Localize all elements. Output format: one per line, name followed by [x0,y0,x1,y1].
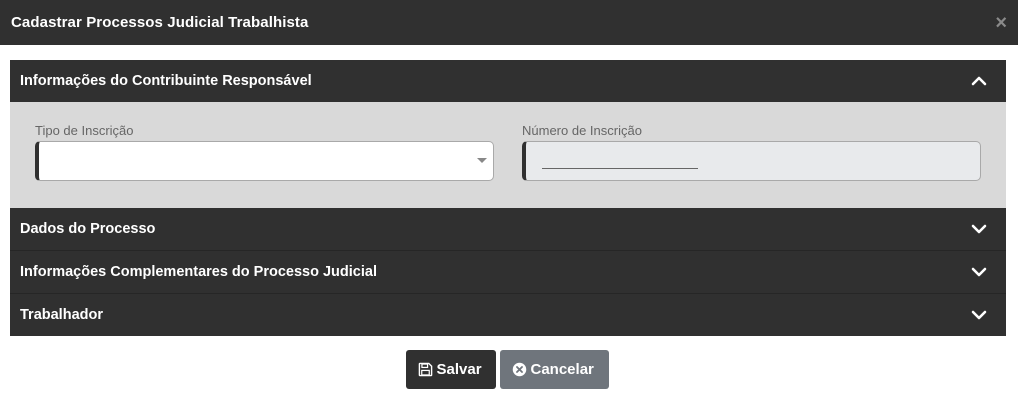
cancel-button[interactable]: Cancelar [499,350,609,389]
chevron-down-icon[interactable] [970,306,988,324]
save-button[interactable]: Salvar [405,350,496,389]
circle-x-icon [512,362,527,377]
chevron-down-icon[interactable] [970,220,988,238]
panel-title: Trabalhador [20,307,103,323]
modal-title: Cadastrar Processos Judicial Trabalhista [11,14,309,31]
panel-header-trabalhador[interactable]: Trabalhador [10,293,1006,336]
accordion: Informações do Contribuinte Responsável … [10,60,1006,336]
input-mask-underline [542,168,698,169]
tipo-inscricao-select[interactable] [35,141,494,181]
panel-title: Informações do Contribuinte Responsável [20,73,312,89]
tipo-inscricao-label: Tipo de Inscrição [35,123,134,138]
numero-inscricao-label: Número de Inscrição [522,123,642,138]
numero-inscricao-input[interactable] [522,141,981,181]
caret-down-icon[interactable] [477,158,487,163]
floppy-disk-icon [418,362,433,377]
modal-header: Cadastrar Processos Judicial Trabalhista… [0,0,1018,45]
cancel-button-label: Cancelar [530,361,594,378]
chevron-down-icon[interactable] [970,263,988,281]
close-icon[interactable]: × [995,13,1007,33]
modal-dialog: Cadastrar Processos Judicial Trabalhista… [0,0,1018,402]
panel-header-dados-processo[interactable]: Dados do Processo [10,208,1006,250]
panel-header-contribuinte[interactable]: Informações do Contribuinte Responsável [10,60,1006,102]
modal-footer: Salvar Cancelar [0,350,1018,389]
chevron-up-icon[interactable] [970,72,988,90]
save-button-label: Salvar [436,361,482,378]
panel-title: Informações Complementares do Processo J… [20,264,377,280]
panel-header-info-complementares[interactable]: Informações Complementares do Processo J… [10,250,1006,293]
panel-title: Dados do Processo [20,221,156,237]
panel-body-contribuinte: Tipo de Inscrição Número de Inscrição [10,102,1006,208]
